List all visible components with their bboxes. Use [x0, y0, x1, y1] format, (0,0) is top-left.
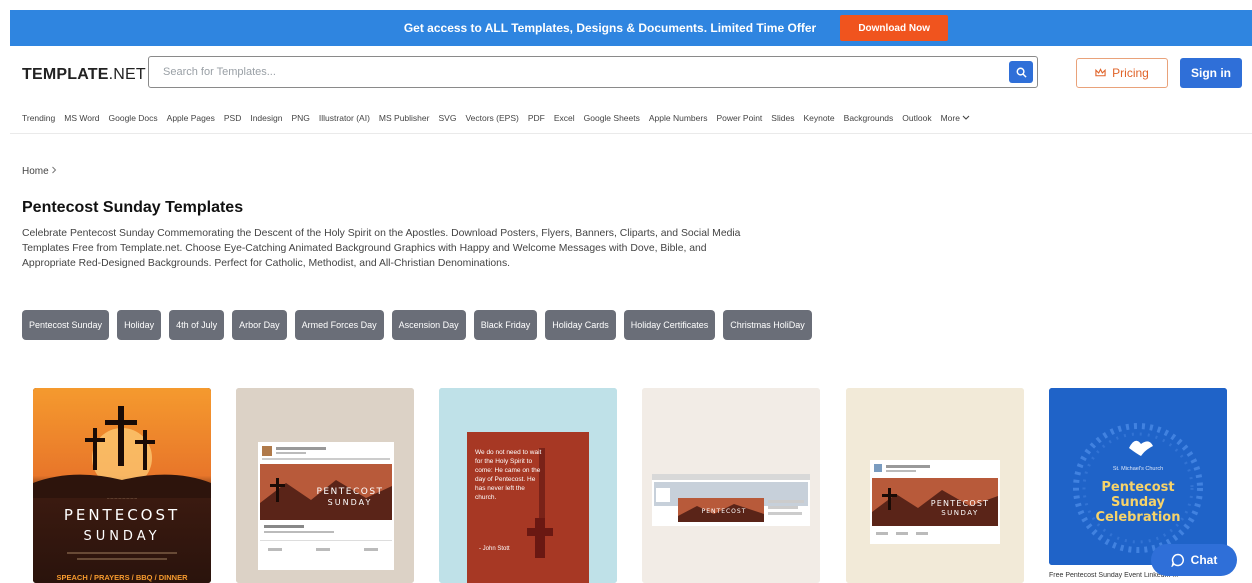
chat-bubble-icon: [1171, 553, 1184, 567]
c4-title: PENTECOST: [702, 508, 747, 515]
logo[interactable]: TEMPLATE.NET: [22, 66, 146, 84]
nav-item-backgrounds[interactable]: Backgrounds: [844, 113, 894, 123]
breadcrumb: Home: [22, 166, 57, 177]
chat-label: Chat: [1190, 553, 1218, 567]
promo-text: Get access to ALL Templates, Designs & D…: [403, 21, 817, 35]
template-card-cover[interactable]: PENTECOST: [642, 388, 820, 583]
tag-list: Pentecost Sunday Holiday 4th of July Arb…: [22, 310, 812, 340]
chevron-right-icon: [52, 166, 57, 174]
search-button[interactable]: [1009, 61, 1033, 83]
nav-item-trending[interactable]: Trending: [22, 113, 55, 123]
nav-item-illustrator[interactable]: Illustrator (AI): [319, 113, 370, 123]
search-input[interactable]: Search for Templates...: [148, 56, 1038, 88]
category-nav: Trending MS Word Google Docs Apple Pages…: [10, 102, 1252, 134]
c2-title1: PENTECOST: [316, 487, 383, 497]
template-card-social-post[interactable]: PENTECOST SUNDAY: [236, 388, 414, 583]
more-label: More: [940, 112, 960, 123]
search-icon: [1016, 67, 1027, 78]
c6-line2: Sunday: [1111, 495, 1166, 510]
nav-item-google-docs[interactable]: Google Docs: [109, 113, 158, 123]
pricing-label: Pricing: [1112, 66, 1149, 80]
c5-title1: PENTECOST: [931, 499, 989, 508]
tag-holiday-cards[interactable]: Holiday Cards: [545, 310, 616, 340]
c6-line3: Celebration: [1096, 510, 1181, 525]
nav-item-power-point[interactable]: Power Point: [716, 113, 762, 123]
tag-christmas-holiday[interactable]: Christmas HoliDay: [723, 310, 812, 340]
chat-button[interactable]: Chat: [1151, 544, 1237, 576]
c6-church: St. Michael's Church: [1113, 466, 1163, 472]
nav-item-excel[interactable]: Excel: [554, 113, 575, 123]
breadcrumb-home[interactable]: Home: [22, 166, 49, 177]
header: TEMPLATE.NET Search for Templates... Pri…: [10, 46, 1252, 102]
tag-4th-of-july[interactable]: 4th of July: [169, 310, 225, 340]
c3-quote: We do not need to wait for the Holy Spir…: [475, 449, 542, 501]
nav-item-slides[interactable]: Slides: [771, 113, 794, 123]
chevron-down-icon: [962, 115, 970, 120]
download-now-button[interactable]: Download Now: [840, 15, 949, 41]
page-description: Celebrate Pentecost Sunday Commemorating…: [22, 228, 741, 269]
tag-pentecost-sunday[interactable]: Pentecost Sunday: [22, 310, 110, 340]
c5-title2: SUNDAY: [941, 509, 979, 517]
nav-item-ms-publisher[interactable]: MS Publisher: [379, 113, 430, 123]
nav-item-psd[interactable]: PSD: [224, 113, 241, 123]
tag-holiday[interactable]: Holiday: [117, 310, 162, 340]
celebration-thumbnail: St. Michael's Church Pentecost Sunday Ce…: [1049, 388, 1227, 565]
nav-item-apple-pages[interactable]: Apple Pages: [167, 113, 215, 123]
sign-in-button[interactable]: Sign in: [1180, 58, 1242, 88]
nav-item-outlook[interactable]: Outlook: [902, 113, 931, 123]
social-post-thumbnail: PENTECOST SUNDAY: [236, 388, 414, 583]
c1-footer: SPEACH / PRAYERS / BBQ / DINNER: [57, 573, 189, 582]
pricing-button[interactable]: Pricing: [1076, 58, 1168, 88]
template-card-quote[interactable]: We do not need to wait for the Holy Spir…: [439, 388, 617, 583]
c2-title2: SUNDAY: [328, 498, 373, 507]
nav-item-vectors[interactable]: Vectors (EPS): [465, 113, 518, 123]
tag-black-friday[interactable]: Black Friday: [473, 310, 538, 340]
cover-thumbnail: PENTECOST: [642, 388, 820, 583]
nav-item-png[interactable]: PNG: [291, 113, 309, 123]
template-card-poster[interactable]: ······················· PENTECOST SUNDAY…: [33, 388, 211, 583]
promo-banner: Get access to ALL Templates, Designs & D…: [10, 10, 1252, 46]
tag-holiday-certificates[interactable]: Holiday Certificates: [623, 310, 716, 340]
search-placeholder: Search for Templates...: [163, 66, 276, 78]
template-card-celebration[interactable]: St. Michael's Church Pentecost Sunday Ce…: [1049, 388, 1227, 565]
nav-item-ms-word[interactable]: MS Word: [64, 113, 99, 123]
tag-ascension-day[interactable]: Ascension Day: [391, 310, 466, 340]
nav-item-google-sheets[interactable]: Google Sheets: [584, 113, 640, 123]
nav-item-more[interactable]: More: [941, 113, 971, 123]
c3-author: - John Stott: [479, 546, 510, 552]
nav-item-apple-numbers[interactable]: Apple Numbers: [649, 113, 708, 123]
poster-thumbnail: ······················· PENTECOST SUNDAY…: [33, 388, 211, 583]
c6-line1: Pentecost: [1101, 480, 1174, 495]
c1-title1: PENTECOST: [64, 506, 180, 524]
crown-icon: [1095, 68, 1106, 77]
nav-item-indesign[interactable]: Indesign: [250, 113, 282, 123]
template-card-social-post-2[interactable]: PENTECOST SUNDAY: [846, 388, 1024, 583]
svg-text:·······················: ·······················: [107, 496, 138, 501]
c1-title2: SUNDAY: [83, 529, 160, 544]
nav-item-svg[interactable]: SVG: [438, 113, 456, 123]
page-title: Pentecost Sunday Templates: [22, 199, 244, 216]
tag-armed-forces-day[interactable]: Armed Forces Day: [294, 310, 384, 340]
quote-thumbnail: We do not need to wait for the Holy Spir…: [439, 388, 617, 583]
tag-arbor-day[interactable]: Arbor Day: [232, 310, 287, 340]
nav-item-keynote[interactable]: Keynote: [803, 113, 834, 123]
nav-item-pdf[interactable]: PDF: [528, 113, 545, 123]
social-post-2-thumbnail: PENTECOST SUNDAY: [846, 388, 1024, 583]
